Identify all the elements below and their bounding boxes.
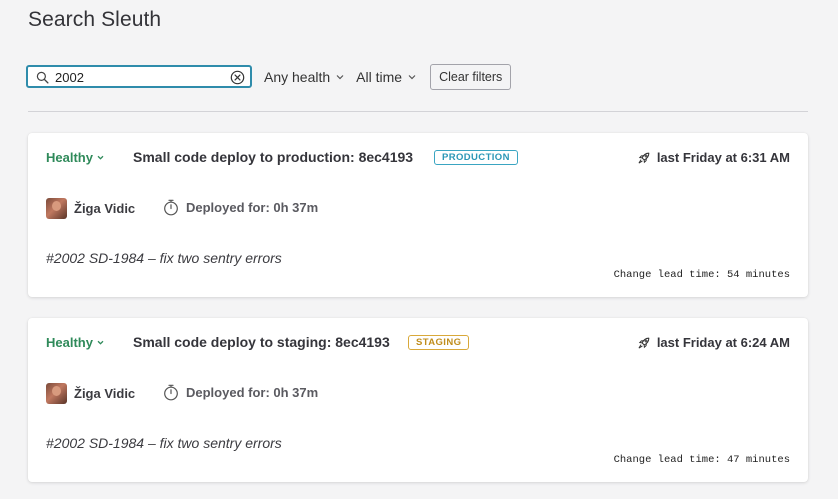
- deploy-duration: Deployed for: 0h 37m: [163, 199, 318, 216]
- time-filter-label: All time: [356, 68, 403, 85]
- health-dropdown[interactable]: Healthy: [46, 335, 104, 350]
- search-icon: [36, 71, 49, 84]
- avatar: [46, 383, 67, 404]
- author: Žiga Vidic: [46, 383, 135, 404]
- clear-circle-icon[interactable]: [230, 70, 245, 85]
- page-title: Search Sleuth: [28, 8, 162, 31]
- deploy-time: last Friday at 6:31 AM: [637, 150, 790, 165]
- search-input[interactable]: [55, 69, 225, 85]
- deploy-time-label: last Friday at 6:24 AM: [656, 335, 790, 350]
- deploy-duration: Deployed for: 0h 37m: [163, 384, 318, 401]
- rocket-icon: [638, 337, 650, 348]
- chevron-down-icon: [97, 155, 104, 160]
- rocket-icon: [638, 152, 650, 163]
- author: Žiga Vidic: [46, 198, 135, 219]
- chevron-down-icon: [97, 340, 104, 345]
- commit-message: #2002 SD-1984 – fix two sentry errors: [46, 250, 282, 266]
- author-name: Žiga Vidic: [74, 386, 136, 401]
- environment-badge: STAGING: [408, 335, 470, 350]
- deploy-title[interactable]: Small code deploy to staging: 8ec4193: [133, 334, 390, 350]
- lead-time: Change lead time: 47 minutes: [613, 454, 790, 466]
- deploy-duration-label: Deployed for: 0h 37m: [186, 385, 319, 400]
- author-name: Žiga Vidic: [74, 201, 136, 216]
- environment-badge: PRODUCTION: [434, 150, 518, 165]
- filter-bar: Any health All time Clear filters: [26, 63, 512, 90]
- clear-filters-button[interactable]: Clear filters: [430, 63, 512, 90]
- search-box: [26, 65, 252, 88]
- health-filter-label: Any health: [264, 68, 331, 85]
- time-filter-dropdown[interactable]: All time: [356, 69, 416, 85]
- deploy-time: last Friday at 6:24 AM: [637, 335, 790, 350]
- timer-icon: [164, 199, 178, 216]
- deploy-card[interactable]: Healthy Small code deploy to production:…: [28, 133, 808, 297]
- timer-icon: [164, 384, 178, 401]
- divider: [28, 111, 808, 112]
- deploy-card[interactable]: Healthy Small code deploy to staging: 8e…: [28, 318, 808, 482]
- commit-message: #2002 SD-1984 – fix two sentry errors: [46, 435, 282, 451]
- health-label: Healthy: [46, 335, 93, 350]
- deploy-title[interactable]: Small code deploy to production: 8ec4193: [133, 149, 413, 165]
- health-dropdown[interactable]: Healthy: [46, 150, 104, 165]
- chevron-down-icon: [408, 74, 416, 79]
- avatar: [46, 198, 67, 219]
- deploy-time-label: last Friday at 6:31 AM: [656, 150, 790, 165]
- health-filter-dropdown[interactable]: Any health: [264, 69, 344, 85]
- lead-time: Change lead time: 54 minutes: [613, 269, 790, 281]
- health-label: Healthy: [46, 150, 93, 165]
- chevron-down-icon: [336, 74, 344, 79]
- deploy-duration-label: Deployed for: 0h 37m: [186, 200, 319, 215]
